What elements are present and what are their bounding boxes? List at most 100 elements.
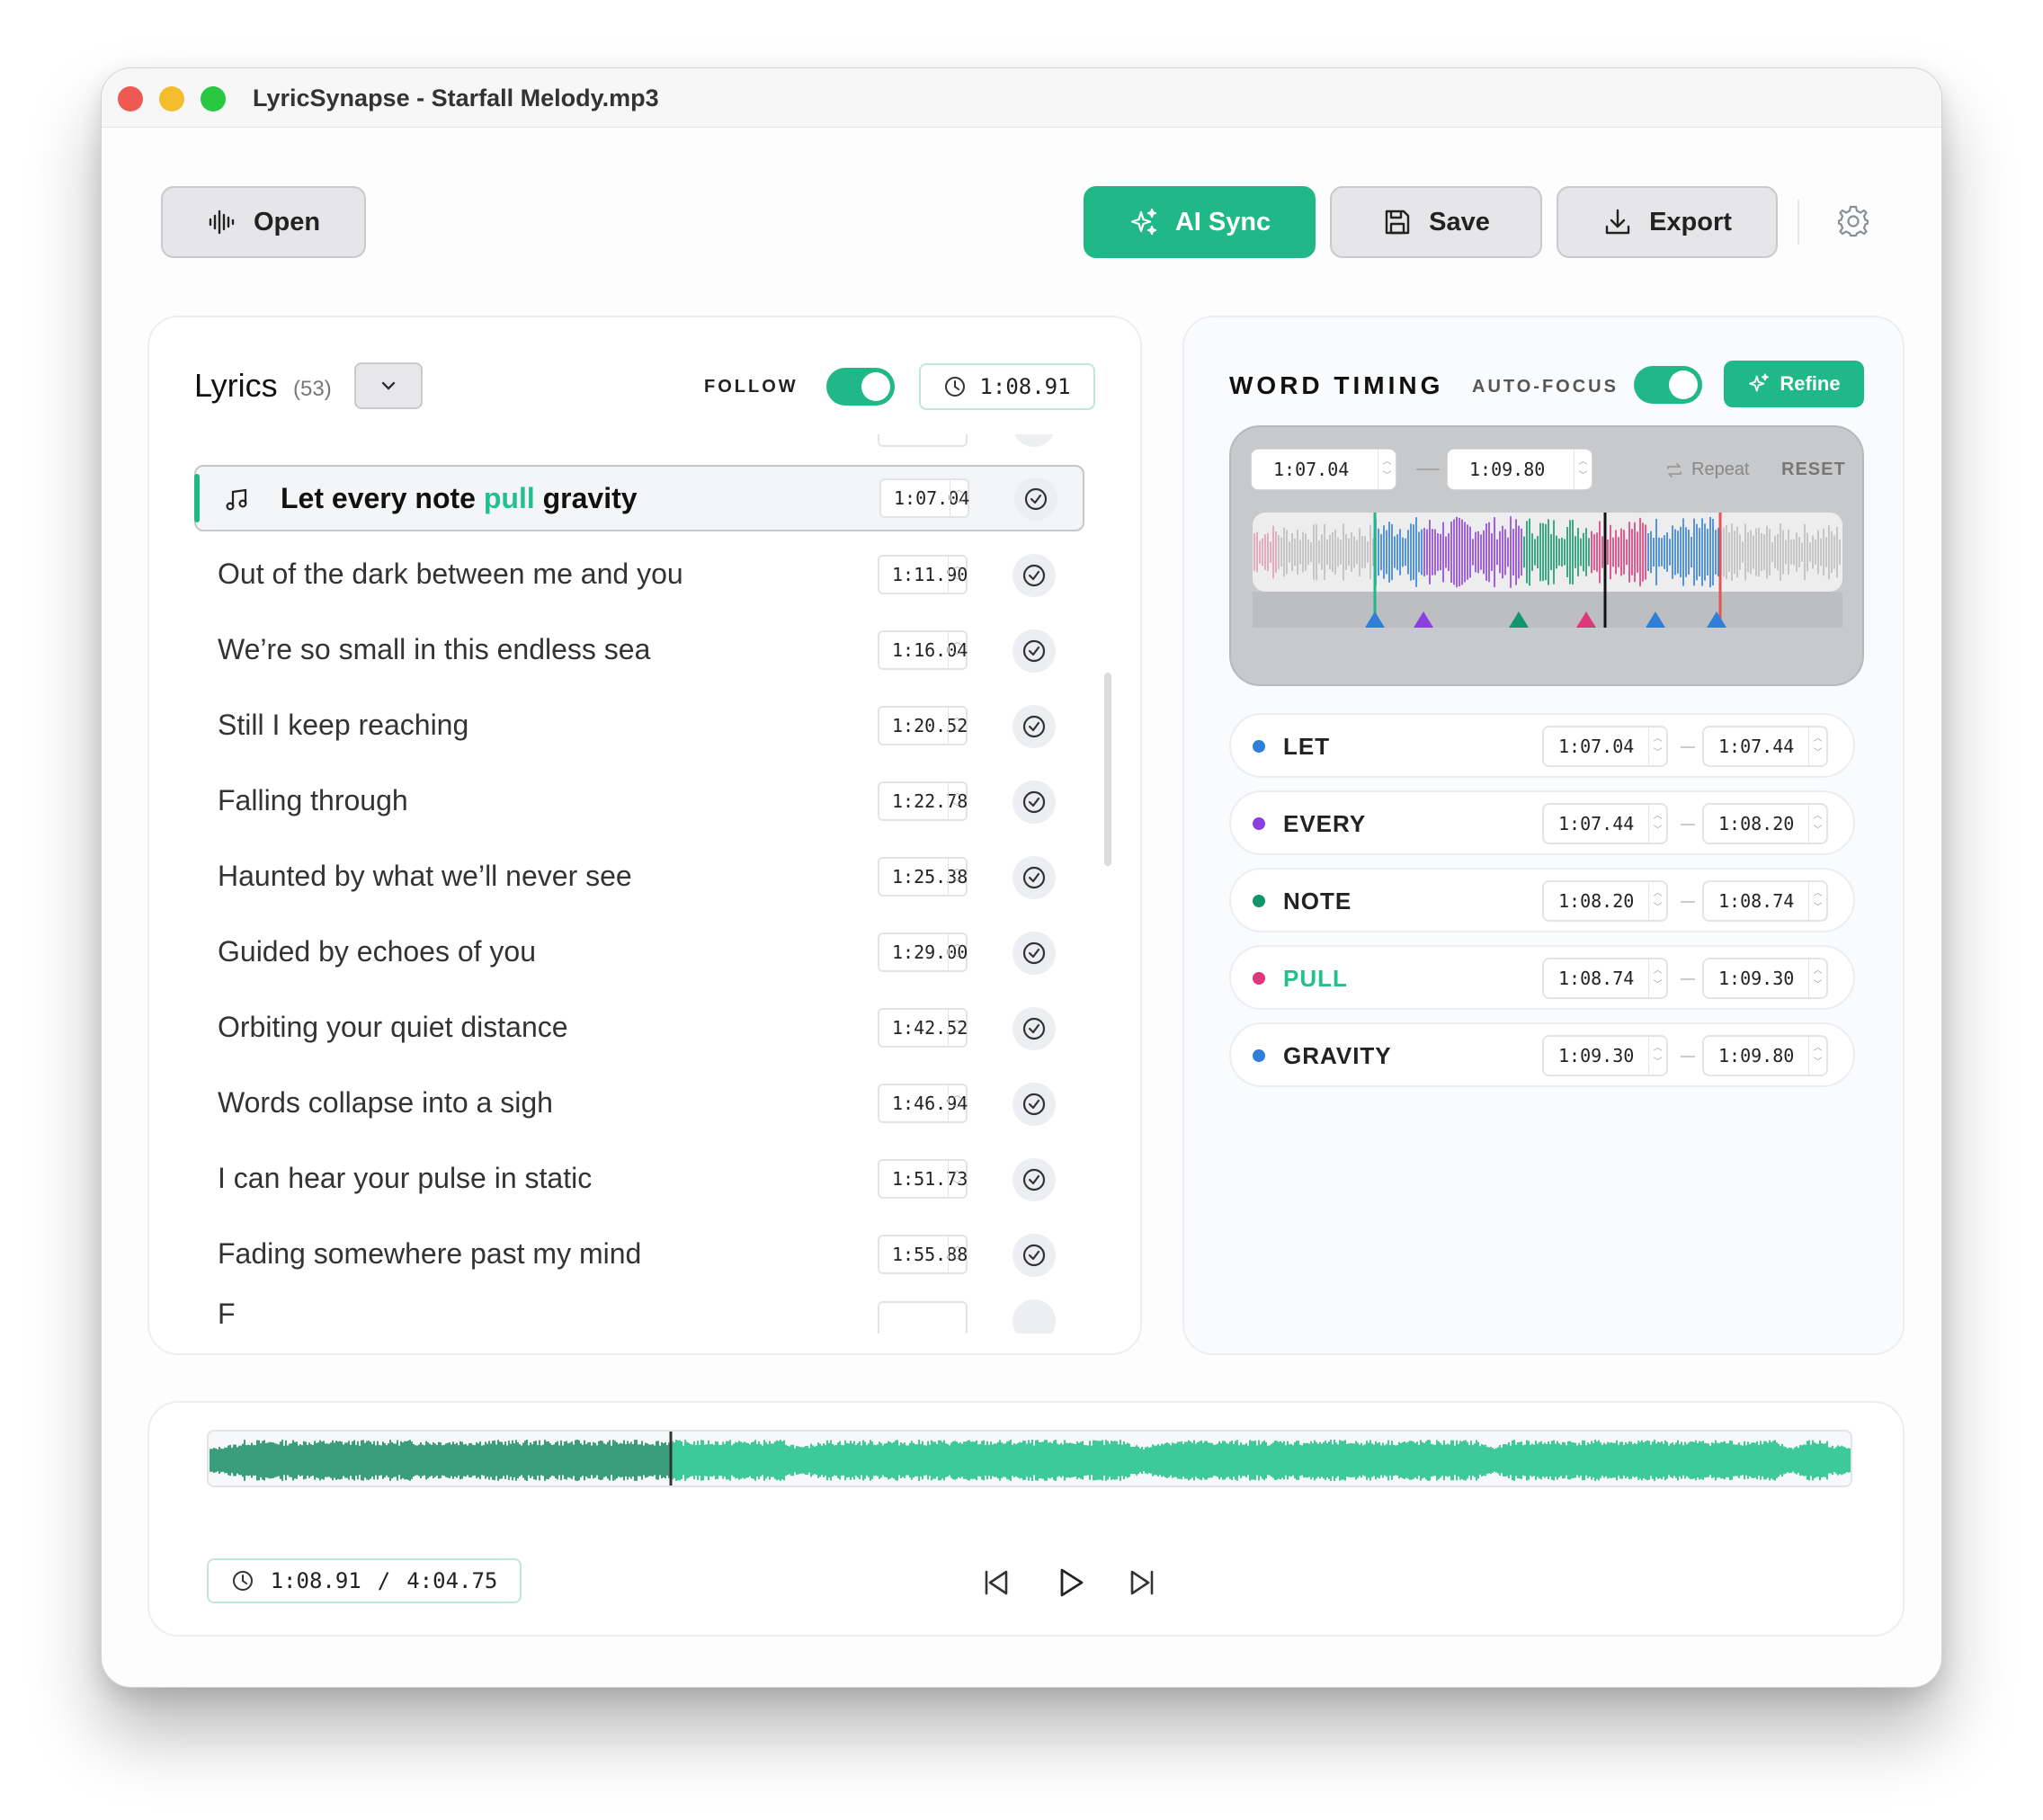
stepper-arrows[interactable]: ︿ ﹀: [948, 1085, 966, 1121]
sparkles-icon: [1749, 373, 1770, 392]
ai-sync-button[interactable]: AI Sync: [1084, 186, 1316, 258]
lyric-confirm-button[interactable]: [1013, 1007, 1056, 1050]
lyric-row[interactable]: I can hear your pulse in static 1:51.73 ︿ ﹀: [194, 1145, 1084, 1211]
range-end-input[interactable]: 1:09.80 ︿ ﹀: [1447, 449, 1592, 490]
lyric-row[interactable]: Falling through 1:22.78 ︿ ﹀: [194, 767, 1084, 834]
lyric-time-stepper[interactable]: 1:46.94 ︿ ﹀: [878, 1084, 968, 1123]
play-icon[interactable]: [1052, 1565, 1088, 1601]
lyric-row[interactable]: We’re so small in this endless sea 1:16.0…: [194, 616, 1084, 682]
stepper-arrows[interactable]: ︿ ﹀: [948, 557, 966, 593]
stepper-arrows[interactable]: ︿ ﹀: [948, 632, 966, 668]
lyric-time-stepper[interactable]: 1:07.04 ︿ ﹀: [879, 478, 969, 518]
lyric-confirm-button[interactable]: [1013, 1083, 1056, 1126]
lyric-row[interactable]: Still I keep reaching 1:20.52 ︿ ﹀: [194, 691, 1084, 758]
stepper-arrows[interactable]: ︿ ﹀: [1808, 882, 1826, 920]
lyrics-list[interactable]: Let every note pull gravity 1:07.04 ︿ ﹀ O…: [194, 434, 1093, 1334]
stepper-arrows[interactable]: ︿ ﹀: [1808, 1037, 1826, 1075]
stepper-arrows[interactable]: ︿ ﹀: [948, 1161, 966, 1197]
word-row[interactable]: NOTE 1:08.20 ︿ ﹀ 1:08.74 ︿ ﹀: [1229, 868, 1855, 932]
stepper-arrows[interactable]: ︿ ﹀: [1648, 959, 1666, 997]
lyric-row[interactable]: Out of the dark between me and you 1:11.9…: [194, 540, 1084, 607]
skip-back-icon[interactable]: [978, 1565, 1014, 1601]
lyric-confirm-button[interactable]: [1013, 629, 1056, 673]
lyric-text: Orbiting your quiet distance: [218, 1010, 568, 1043]
export-button[interactable]: Export: [1557, 186, 1778, 258]
open-button[interactable]: Open: [161, 186, 366, 258]
stepper-arrows[interactable]: ︿ ﹀: [1648, 805, 1666, 843]
word-end-stepper[interactable]: 1:08.74 ︿ ﹀: [1702, 880, 1828, 922]
lyric-time-stepper[interactable]: 1:11.90 ︿ ﹀: [878, 555, 968, 594]
stepper-arrows[interactable]: ︿ ﹀: [948, 1236, 966, 1272]
stepper-arrows[interactable]: ︿ ﹀: [948, 708, 966, 744]
word-start-stepper[interactable]: 1:07.04 ︿ ﹀: [1542, 726, 1668, 767]
lyric-time-stepper[interactable]: 1:22.78 ︿ ﹀: [878, 781, 968, 821]
word-end-stepper[interactable]: 1:09.30 ︿ ﹀: [1702, 958, 1828, 999]
stepper-arrows[interactable]: ︿ ﹀: [948, 1010, 966, 1046]
skip-forward-icon[interactable]: [1124, 1565, 1160, 1601]
stepper-arrows[interactable]: ︿ ﹀: [1648, 882, 1666, 920]
lyrics-scrollbar[interactable]: [1104, 673, 1111, 866]
lyric-confirm-button[interactable]: [1013, 932, 1056, 975]
stepper-arrows[interactable]: ︿ ﹀: [1378, 450, 1396, 489]
check-circle-icon: [1022, 866, 1046, 889]
word-start-stepper[interactable]: 1:08.74 ︿ ﹀: [1542, 958, 1668, 999]
word-row[interactable]: GRAVITY 1:09.30 ︿ ﹀ 1:09.80 ︿ ﹀: [1229, 1022, 1855, 1087]
lyric-row[interactable]: Haunted by what we’ll never see 1:25.38 ︿ ﹀: [194, 843, 1084, 909]
auto-focus-toggle[interactable]: [1634, 366, 1702, 404]
word-end-stepper[interactable]: 1:08.20 ︿ ﹀: [1702, 803, 1828, 844]
stepper-arrows[interactable]: ︿ ﹀: [948, 859, 966, 895]
word-start-stepper[interactable]: 1:08.20 ︿ ﹀: [1542, 880, 1668, 922]
word-row[interactable]: LET 1:07.04 ︿ ﹀ 1:07.44 ︿ ﹀: [1229, 713, 1855, 778]
lyric-confirm-button[interactable]: [1013, 781, 1056, 824]
stepper-arrows[interactable]: ︿ ﹀: [950, 480, 968, 516]
word-start-value: 1:08.74: [1558, 968, 1635, 989]
lyric-time-stepper[interactable]: 1:29.00 ︿ ﹀: [878, 932, 968, 972]
word-row[interactable]: PULL 1:08.74 ︿ ﹀ 1:09.30 ︿ ﹀: [1229, 945, 1855, 1010]
lyric-row-active[interactable]: Let every note pull gravity 1:07.04 ︿ ﹀: [194, 465, 1084, 531]
zoom-window-button[interactable]: [201, 86, 226, 112]
word-start-stepper[interactable]: 1:09.30 ︿ ﹀: [1542, 1035, 1668, 1076]
lyric-row[interactable]: Words collapse into a sigh 1:46.94 ︿ ﹀: [194, 1069, 1084, 1136]
minimize-window-button[interactable]: [159, 86, 184, 112]
follow-toggle[interactable]: [826, 368, 895, 406]
stepper-arrows[interactable]: ︿ ﹀: [1648, 727, 1666, 765]
range-start-input[interactable]: 1:07.04 ︿ ﹀: [1251, 449, 1396, 490]
lyric-time-stepper[interactable]: 1:51.73 ︿ ﹀: [878, 1159, 968, 1199]
stepper-arrows[interactable]: ︿ ﹀: [1648, 1037, 1666, 1075]
lyrics-dropdown[interactable]: [354, 362, 423, 409]
lyric-confirm-button[interactable]: [1013, 1234, 1056, 1277]
lyric-time-stepper[interactable]: 1:55.88 ︿ ﹀: [878, 1235, 968, 1274]
word-end-stepper[interactable]: 1:07.44 ︿ ﹀: [1702, 726, 1828, 767]
gear-icon[interactable]: [1835, 203, 1871, 239]
lyric-row[interactable]: Fading somewhere past my mind 1:55.88 ︿ ﹀: [194, 1220, 1084, 1287]
stepper-arrows[interactable]: ︿ ﹀: [1808, 959, 1826, 997]
close-window-button[interactable]: [118, 86, 143, 112]
word-end-stepper[interactable]: 1:09.80 ︿ ﹀: [1702, 1035, 1828, 1076]
stepper-arrows[interactable]: ︿ ﹀: [1808, 805, 1826, 843]
lyric-row[interactable]: Guided by echoes of you 1:29.00 ︿ ﹀: [194, 918, 1084, 985]
lyric-confirm-button[interactable]: [1013, 1158, 1056, 1201]
lyric-confirm-button[interactable]: [1013, 705, 1056, 748]
reset-button[interactable]: RESET: [1781, 459, 1846, 480]
word-waveform[interactable]: [1253, 513, 1842, 667]
lyric-time-stepper[interactable]: 1:42.52 ︿ ﹀: [878, 1008, 968, 1048]
clipped-stepper-bottom: [878, 1301, 968, 1334]
stepper-arrows[interactable]: ︿ ﹀: [948, 934, 966, 970]
lyric-row[interactable]: Orbiting your quiet distance 1:42.52 ︿ ﹀: [194, 994, 1084, 1060]
refine-button[interactable]: Refine: [1724, 361, 1864, 407]
lyric-time-stepper[interactable]: 1:20.52 ︿ ﹀: [878, 706, 968, 745]
lyric-time-stepper[interactable]: 1:16.04 ︿ ﹀: [878, 630, 968, 670]
stepper-arrows[interactable]: ︿ ﹀: [1574, 450, 1592, 489]
lyric-time-stepper[interactable]: 1:25.38 ︿ ﹀: [878, 857, 968, 897]
word-row[interactable]: EVERY 1:07.44 ︿ ﹀ 1:08.20 ︿ ﹀: [1229, 790, 1855, 855]
lyric-confirm-button[interactable]: [1013, 856, 1056, 899]
track-waveform[interactable]: [207, 1430, 1852, 1487]
lyric-confirm-button[interactable]: [1013, 554, 1056, 597]
lyric-confirm-button[interactable]: [1014, 477, 1057, 521]
stepper-arrows[interactable]: ︿ ﹀: [1808, 727, 1826, 765]
save-button[interactable]: Save: [1330, 186, 1542, 258]
word-start-stepper[interactable]: 1:07.44 ︿ ﹀: [1542, 803, 1668, 844]
stepper-arrows[interactable]: ︿ ﹀: [948, 783, 966, 819]
repeat-button[interactable]: Repeat: [1664, 459, 1750, 480]
lyric-text: Guided by echoes of you: [218, 934, 537, 968]
